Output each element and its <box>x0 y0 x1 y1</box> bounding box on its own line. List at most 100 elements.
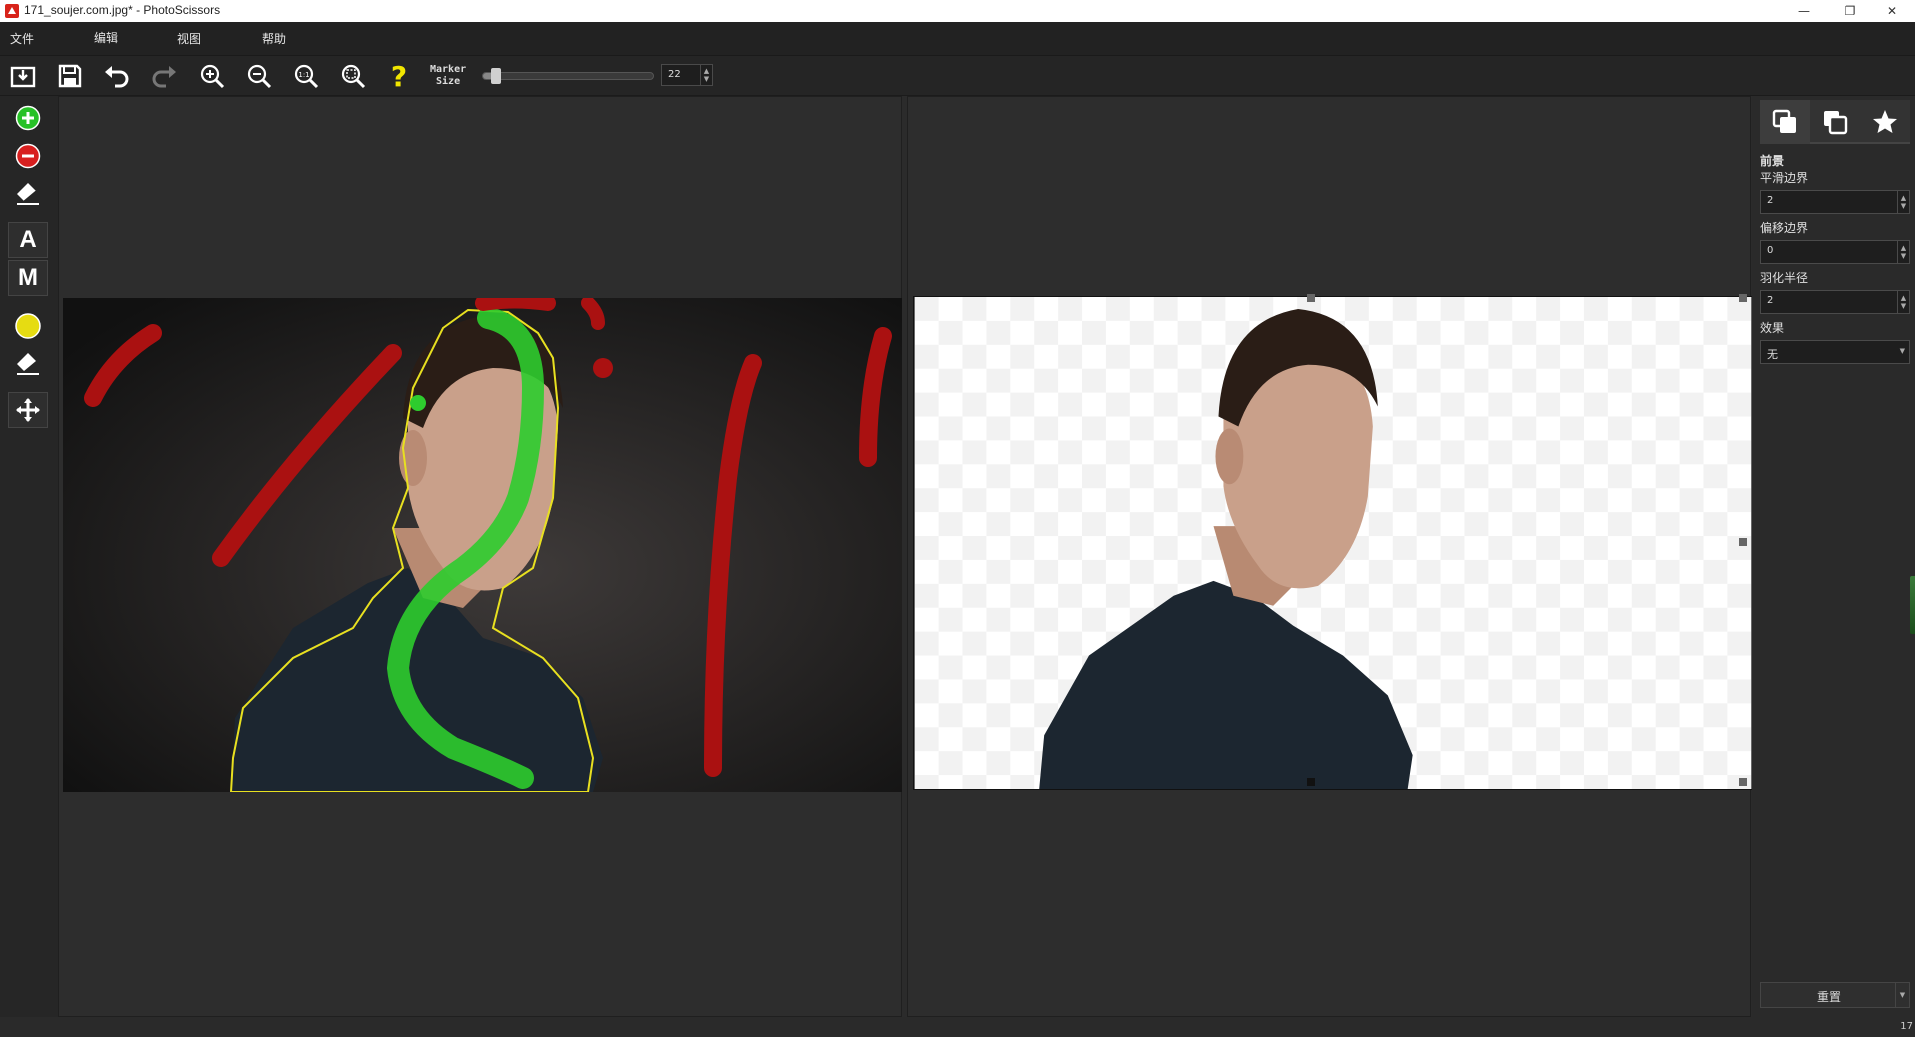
zoom-actual-icon: 1:1 <box>294 64 319 89</box>
auto-mode-button[interactable]: A <box>8 222 48 258</box>
status-bar: 17 <box>0 1017 1915 1037</box>
zoom-actual-button[interactable]: 1:1 <box>288 60 324 92</box>
background-stroke-5 <box>475 298 556 311</box>
open-icon <box>10 66 36 88</box>
feather-arrows[interactable]: ▲ ▼ <box>1897 291 1909 313</box>
save-icon <box>58 64 82 88</box>
foreground-tab-icon <box>1772 109 1796 133</box>
tab-foreground[interactable] <box>1760 100 1810 144</box>
settings-tabbar <box>1760 100 1910 144</box>
redo-icon <box>152 66 176 88</box>
preview-ear <box>1215 428 1244 485</box>
preview-image[interactable] <box>913 296 1753 790</box>
chevron-down-icon: ▼ <box>1899 347 1905 355</box>
menu-edit[interactable]: 编辑 <box>94 29 118 46</box>
add-foreground-icon <box>15 105 41 131</box>
effect-value: 无 <box>1767 348 1778 361</box>
smooth-value: 2 <box>1767 195 1774 206</box>
resize-handle-top-right[interactable] <box>1739 294 1747 302</box>
restore-button[interactable]: ❐ <box>1827 0 1873 22</box>
menu-bar: 文件 编辑 视图 帮助 <box>0 22 1915 56</box>
menu-view[interactable]: 视图 <box>177 30 201 47</box>
marker-size-arrows[interactable]: ▲ ▼ <box>700 65 712 85</box>
marker-size-label: Marker Size <box>430 64 466 88</box>
color-eraser-button[interactable] <box>8 346 48 382</box>
offset-label: 偏移边界 <box>1760 221 1809 235</box>
background-tab-icon <box>1824 111 1848 135</box>
move-icon <box>16 398 40 422</box>
left-toolbox: A M <box>0 96 58 1037</box>
smooth-arrows[interactable]: ▲ ▼ <box>1897 191 1909 213</box>
tab-background[interactable] <box>1810 100 1860 144</box>
feather-spinbox[interactable]: 2 ▲ ▼ <box>1760 290 1910 314</box>
resize-handle-bottom[interactable] <box>1307 778 1315 786</box>
undo-button[interactable] <box>99 60 135 92</box>
reset-label: 重置 <box>1816 990 1841 1004</box>
marker-label-line1: Marker <box>430 64 467 75</box>
undo-icon <box>105 66 129 88</box>
save-button[interactable] <box>52 60 88 92</box>
add-foreground-button[interactable] <box>8 100 48 136</box>
side-indicator <box>1910 576 1915 634</box>
smooth-spinbox[interactable]: 2 ▲ ▼ <box>1760 190 1910 214</box>
offset-spinbox[interactable]: 0 ▲ ▼ <box>1760 240 1910 264</box>
restore-icon: ❐ <box>1844 4 1856 18</box>
tab-effects[interactable] <box>1860 100 1910 144</box>
menu-file[interactable]: 文件 <box>10 30 34 47</box>
feather-value: 2 <box>1767 295 1774 306</box>
reset-button[interactable]: 重置 ▼ <box>1760 982 1910 1008</box>
zoom-in-button[interactable] <box>194 60 230 92</box>
move-button[interactable] <box>8 392 48 428</box>
marker-label-line2: Size <box>436 76 461 87</box>
smooth-label: 平滑边界 <box>1760 171 1809 185</box>
reset-dropdown-icon[interactable]: ▼ <box>1895 983 1909 1007</box>
close-icon: ✕ <box>1886 4 1898 18</box>
status-text: 17 <box>1900 1021 1913 1032</box>
effect-label: 效果 <box>1760 321 1785 335</box>
eraser-button[interactable] <box>8 176 48 212</box>
settings-panel: 前景 平滑边界 2 ▲ ▼ 偏移边界 0 ▲ ▼ 羽化半径 2 ▲ ▼ 效果 无 ▼ … <box>1752 96 1915 1037</box>
close-button[interactable]: ✕ <box>1869 0 1915 22</box>
zoom-in-icon <box>200 64 225 89</box>
offset-value: 0 <box>1767 245 1774 256</box>
zoom-fit-button[interactable] <box>335 60 371 92</box>
add-background-icon <box>15 143 41 169</box>
manual-mode-button[interactable]: M <box>8 260 48 296</box>
add-background-button[interactable] <box>8 138 48 174</box>
auto-mode-icon: A <box>19 226 37 253</box>
app-icon <box>5 4 19 18</box>
source-image[interactable] <box>63 298 902 792</box>
open-button[interactable] <box>5 60 41 92</box>
marker-size-thumb[interactable] <box>491 68 501 84</box>
marker-size-slider[interactable] <box>482 68 654 84</box>
zoom-out-icon <box>247 64 272 89</box>
offset-arrows[interactable]: ▲ ▼ <box>1897 241 1909 263</box>
effect-select[interactable]: 无 ▼ <box>1760 340 1910 364</box>
eraser-icon <box>17 183 39 205</box>
resize-handle-top[interactable] <box>1307 294 1315 302</box>
help-button[interactable]: ? <box>381 60 417 92</box>
zoom-fit-icon <box>341 64 366 89</box>
svg-text:?: ? <box>391 62 407 90</box>
resize-handle-bottom-right[interactable] <box>1739 778 1747 786</box>
title-bar: 171_soujer.com.jpg* - PhotoScissors — ❐ … <box>0 0 1915 22</box>
marker-size-spinbox[interactable]: 22 ▲ ▼ <box>661 64 713 86</box>
svg-text:1:1: 1:1 <box>298 71 309 79</box>
redo-button[interactable] <box>146 60 182 92</box>
zoom-out-button[interactable] <box>241 60 277 92</box>
color-eraser-icon <box>17 353 39 375</box>
marker-size-value: 22 <box>668 69 681 80</box>
minimize-button[interactable]: — <box>1781 0 1827 22</box>
color-marker-button[interactable] <box>8 308 48 344</box>
effects-tab-icon <box>1873 110 1897 133</box>
resize-handle-right[interactable] <box>1739 538 1747 546</box>
feather-label: 羽化半径 <box>1760 271 1809 285</box>
menu-help[interactable]: 帮助 <box>262 30 286 47</box>
foreground-dot <box>410 395 426 411</box>
section-title: 前景 <box>1760 154 1785 168</box>
toolbar: 1:1 ? Marker Size 22 ▲ ▼ <box>0 56 1915 96</box>
window-title: 171_soujer.com.jpg* - PhotoScissors <box>24 3 221 17</box>
minimize-icon: — <box>1798 4 1810 18</box>
manual-mode-icon: M <box>18 264 38 291</box>
help-icon: ? <box>391 62 407 90</box>
